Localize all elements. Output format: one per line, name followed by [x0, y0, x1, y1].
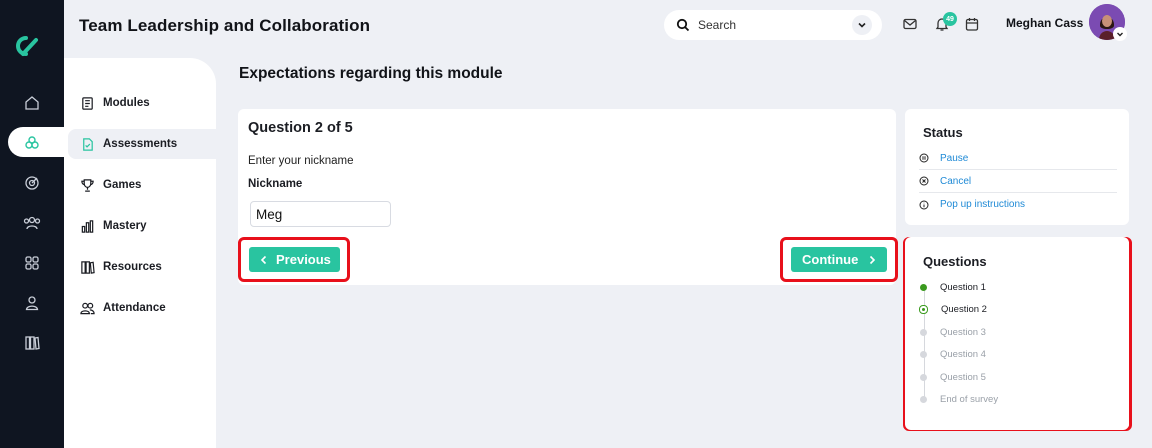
question-step-2[interactable]: Question 2 [919, 302, 987, 316]
instructions-label: Pop up instructions [940, 199, 1026, 210]
sidebar-item-assessments[interactable]: Assessments [68, 129, 216, 159]
chevron-left-icon [260, 255, 267, 264]
sidebar-item-label: Games [103, 179, 142, 191]
status-card: Status Pause Cancel Pop up instructions [905, 109, 1129, 225]
end-of-survey-step[interactable]: End of survey [919, 392, 998, 406]
question-card: Question 2 of 5 Enter your nickname Nick… [238, 109, 896, 285]
step-pending-dot [920, 373, 927, 381]
previous-button[interactable]: Previous [249, 247, 340, 272]
home-icon[interactable] [20, 91, 44, 115]
books-icon [81, 260, 95, 274]
pause-action[interactable]: Pause [919, 147, 1117, 170]
app-rail [0, 0, 78, 448]
questions-title: Questions [923, 254, 987, 269]
continue-button[interactable]: Continue [791, 247, 887, 272]
question-heading: Question 2 of 5 [248, 120, 353, 136]
bar-chart-icon [81, 219, 94, 233]
module-sidebar: Modules Assessments Games Mastery Resour… [64, 58, 216, 448]
library-icon[interactable] [20, 331, 44, 355]
sidebar-item-label: Mastery [103, 220, 147, 232]
chevron-down-icon[interactable] [852, 15, 872, 35]
instructions-action[interactable]: Pop up instructions [919, 193, 1117, 216]
status-title: Status [923, 125, 963, 140]
step-pending-dot [920, 395, 927, 403]
nickname-field[interactable] [250, 201, 391, 227]
page-title: Expectations regarding this module [239, 65, 503, 82]
question-step-label: Question 1 [940, 281, 986, 293]
assessment-icon [83, 137, 93, 151]
sidebar-item-modules[interactable]: Modules [68, 88, 216, 118]
app-logo[interactable] [12, 32, 40, 60]
question-step-5[interactable]: Question 5 [919, 370, 986, 384]
sidebar-item-label: Attendance [103, 302, 166, 314]
target-icon[interactable] [20, 171, 44, 195]
user-name[interactable]: Meghan Cass [1006, 16, 1083, 30]
question-step-label: Question 3 [940, 326, 986, 338]
previous-button-label: Previous [276, 252, 331, 267]
notification-badge: 49 [943, 12, 957, 26]
step-done-dot [920, 283, 927, 291]
step-current-dot [919, 304, 928, 314]
apps-icon[interactable] [20, 251, 44, 275]
sidebar-item-games[interactable]: Games [68, 170, 216, 200]
sidebar-item-label: Resources [103, 261, 162, 273]
search-bar[interactable]: Search [664, 10, 882, 40]
sidebar-item-attendance[interactable]: Attendance [68, 293, 216, 323]
app-title: Team Leadership and Collaboration [79, 16, 371, 35]
team-icon[interactable] [20, 211, 44, 235]
cancel-action[interactable]: Cancel [919, 170, 1117, 193]
pause-label: Pause [940, 152, 969, 164]
sidebar-item-label: Modules [103, 97, 150, 109]
sidebar-item-mastery[interactable]: Mastery [68, 211, 216, 241]
question-step-label: End of survey [940, 393, 999, 405]
question-step-label: Question 4 [940, 348, 986, 360]
people-icon [80, 302, 95, 314]
pause-icon [919, 153, 929, 163]
calendar-icon[interactable] [964, 16, 980, 32]
user-icon[interactable] [20, 291, 44, 315]
question-step-4[interactable]: Question 4 [919, 347, 986, 361]
avatar-chevron-icon[interactable] [1113, 27, 1127, 41]
search-input[interactable]: Search [698, 18, 852, 32]
question-step-1[interactable]: Question 1 [919, 280, 986, 294]
chevron-right-icon [870, 255, 876, 264]
question-step-label: Question 2 [941, 303, 987, 315]
question-prompt: Enter your nickname [248, 155, 354, 167]
nickname-label: Nickname [248, 178, 303, 190]
trophy-icon [81, 178, 94, 192]
assessments-icon[interactable] [20, 131, 44, 155]
sidebar-item-resources[interactable]: Resources [68, 252, 216, 282]
info-icon [919, 200, 929, 209]
question-step-3[interactable]: Question 3 [919, 325, 986, 339]
modules-icon [82, 96, 93, 110]
questions-card: Questions Question 1 Question 2 Question… [905, 237, 1129, 430]
continue-button-label: Continue [802, 252, 859, 267]
question-step-label: Question 5 [940, 371, 986, 383]
mail-icon[interactable] [902, 16, 918, 32]
sidebar-item-label: Assessments [103, 138, 178, 150]
search-icon [676, 18, 690, 32]
cancel-label: Cancel [940, 175, 972, 187]
step-pending-dot [920, 350, 927, 358]
step-pending-dot [920, 328, 927, 336]
cancel-icon [919, 176, 929, 186]
